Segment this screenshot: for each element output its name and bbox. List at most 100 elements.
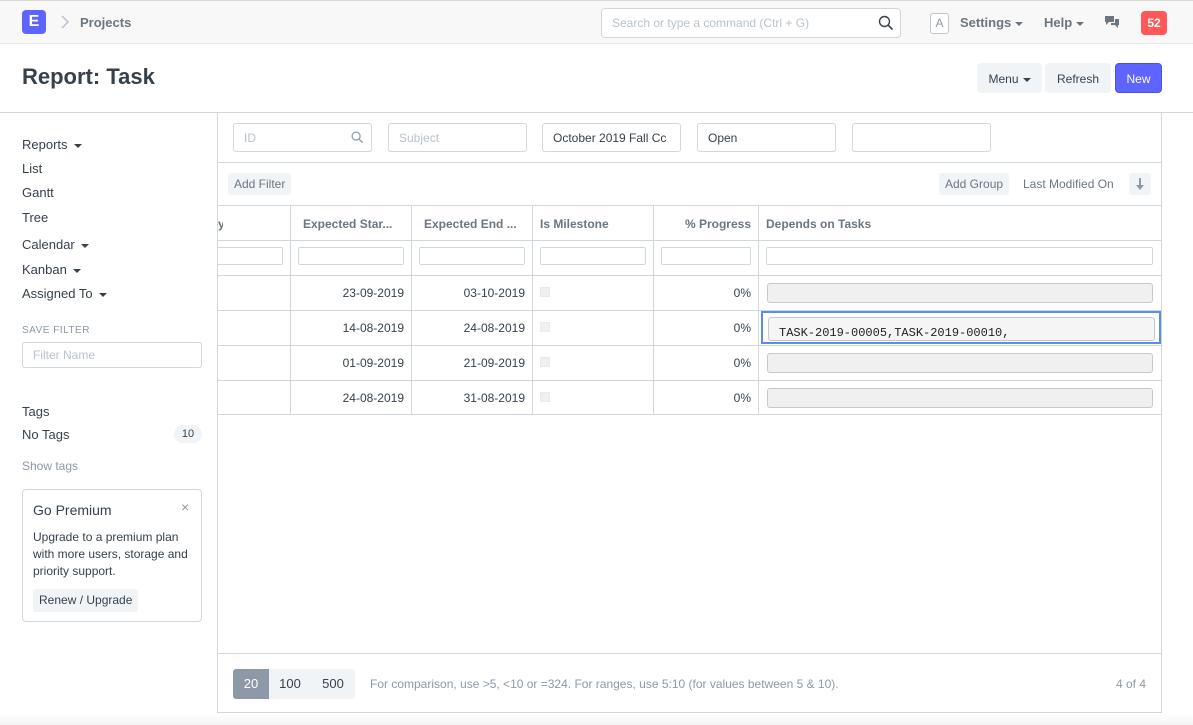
report-view: Add Filter Add Group Last Modified On y …	[217, 113, 1162, 713]
premium-title: Go Premium	[33, 502, 112, 518]
column-filter-input[interactable]	[766, 247, 1153, 265]
new-button[interactable]: New	[1115, 63, 1162, 93]
cell-depends-on-editing[interactable]: TASK-2019-00005,TASK-2019-00010,	[761, 311, 1161, 344]
search-icon	[878, 15, 894, 31]
cell-expected-end[interactable]: 03-10-2019	[419, 276, 525, 310]
no-tags-item[interactable]: No Tags	[22, 427, 69, 442]
page-size-100-button[interactable]: 100	[269, 669, 311, 699]
arrow-down-icon	[1136, 178, 1144, 190]
page-size-500-button[interactable]: 500	[311, 669, 355, 699]
caret-down-icon	[1015, 21, 1024, 26]
sidebar-item-calendar[interactable]: Calendar	[22, 237, 89, 252]
project-filter[interactable]	[542, 123, 681, 152]
save-filter-label: SAVE FILTER	[22, 325, 90, 336]
cell-expected-start[interactable]: 14-08-2019	[298, 311, 404, 345]
sidebar-item-label: List	[22, 161, 43, 176]
subject-filter[interactable]	[388, 123, 527, 152]
column-filter-input[interactable]	[218, 247, 283, 265]
no-tags-count-badge: 10	[174, 425, 202, 443]
navbar: E Projects A Settings Help 52	[0, 0, 1193, 44]
notifications-badge[interactable]: 52	[1141, 11, 1167, 35]
column-filter-input[interactable]	[540, 247, 646, 265]
sidebar-item-tree[interactable]: Tree	[22, 210, 48, 225]
result-count: 4 of 4	[1115, 677, 1146, 691]
settings-dropdown[interactable]: Settings	[960, 15, 1024, 30]
milestone-checkbox[interactable]	[540, 392, 550, 402]
page-size-20-button[interactable]: 20	[233, 669, 269, 699]
cell-expected-end[interactable]: 24-08-2019	[419, 311, 525, 345]
sidebar-item-assigned-to[interactable]: Assigned To	[22, 286, 107, 301]
milestone-checkbox[interactable]	[540, 357, 550, 367]
grid-border	[218, 205, 1161, 206]
column-header-partial[interactable]: y	[218, 207, 223, 241]
sidebar-item-label: Reports	[22, 137, 68, 152]
filter-hint: For comparison, use >5, <10 or =324. For…	[370, 677, 839, 691]
column-header-depends-on[interactable]: Depends on Tasks	[766, 207, 1066, 241]
cell-expected-end[interactable]: 21-09-2019	[419, 346, 525, 380]
extra-filter-input[interactable]	[853, 124, 990, 151]
show-tags-link[interactable]: Show tags	[22, 459, 78, 473]
status-filter-input[interactable]	[698, 124, 835, 151]
cell-depends-on[interactable]	[767, 283, 1153, 303]
milestone-checkbox[interactable]	[540, 287, 550, 297]
depends-on-editor-input[interactable]: TASK-2019-00005,TASK-2019-00010,	[768, 317, 1155, 341]
subject-filter-input[interactable]	[389, 124, 526, 151]
column-filter-input[interactable]	[298, 247, 404, 265]
cell-depends-on[interactable]	[767, 388, 1153, 408]
add-group-button[interactable]: Add Group	[939, 173, 1010, 195]
cell-depends-on[interactable]	[767, 353, 1153, 373]
search-input[interactable]	[602, 9, 862, 37]
status-filter[interactable]	[697, 123, 836, 152]
sidebar-item-label: Assigned To	[22, 286, 93, 301]
refresh-button[interactable]: Refresh	[1045, 63, 1111, 93]
column-filter-input[interactable]	[419, 247, 525, 265]
awesome-bar[interactable]	[601, 8, 901, 38]
column-header-expected-start[interactable]: Expected Star...	[303, 207, 407, 241]
grid-border	[758, 205, 759, 415]
project-filter-input[interactable]	[543, 124, 680, 151]
caret-down-icon	[1022, 77, 1031, 82]
sidebar-item-gantt[interactable]: Gantt	[22, 185, 54, 200]
column-header-progress[interactable]: % Progress	[661, 207, 751, 241]
extra-filter[interactable]	[852, 123, 991, 152]
sort-order-button[interactable]	[1129, 173, 1151, 195]
cell-progress[interactable]: 0%	[661, 381, 751, 415]
filter-name-field[interactable]	[22, 342, 202, 368]
sort-selector[interactable]: Last Modified On	[1023, 177, 1114, 191]
go-premium-card: Go Premium × Upgrade to a premium plan w…	[22, 489, 202, 622]
cell-expected-start[interactable]: 24-08-2019	[298, 381, 404, 415]
filters-divider	[218, 162, 1161, 163]
menu-button[interactable]: Menu	[977, 63, 1042, 93]
user-avatar[interactable]: A	[930, 13, 949, 34]
id-filter[interactable]	[233, 123, 372, 152]
sidebar-item-kanban[interactable]: Kanban	[22, 262, 81, 277]
renew-upgrade-button[interactable]: Renew / Upgrade	[33, 589, 139, 612]
cell-progress[interactable]: 0%	[661, 346, 751, 380]
column-header-is-milestone[interactable]: Is Milestone	[540, 207, 645, 241]
caret-down-icon	[98, 292, 107, 297]
cell-expected-end[interactable]: 31-08-2019	[419, 381, 525, 415]
app-logo[interactable]: E	[22, 10, 46, 34]
cell-progress[interactable]: 0%	[661, 311, 751, 345]
settings-label: Settings	[960, 15, 1012, 30]
column-header-expected-end[interactable]: Expected End ...	[424, 207, 528, 241]
filter-name-input[interactable]	[23, 343, 201, 367]
tags-heading: Tags	[22, 404, 50, 419]
sidebar-item-reports[interactable]: Reports	[22, 137, 82, 152]
sidebar-item-label: Kanban	[22, 262, 67, 277]
close-icon[interactable]: ×	[181, 499, 189, 515]
cell-progress[interactable]: 0%	[661, 276, 751, 310]
sidebar-item-list[interactable]: List	[22, 161, 42, 176]
cell-expected-start[interactable]: 23-09-2019	[298, 276, 404, 310]
sidebar-item-label: Gantt	[22, 185, 54, 200]
breadcrumb-projects[interactable]: Projects	[80, 15, 131, 30]
help-dropdown[interactable]: Help	[1044, 15, 1085, 30]
cell-expected-start[interactable]: 01-09-2019	[298, 346, 404, 380]
chat-icon[interactable]	[1104, 15, 1120, 29]
menu-label: Menu	[988, 72, 1019, 86]
add-filter-button[interactable]: Add Filter	[228, 173, 292, 195]
column-filter-input[interactable]	[661, 247, 751, 265]
grid-border	[653, 205, 654, 415]
milestone-checkbox[interactable]	[540, 322, 550, 332]
chevron-right-icon	[61, 15, 70, 29]
